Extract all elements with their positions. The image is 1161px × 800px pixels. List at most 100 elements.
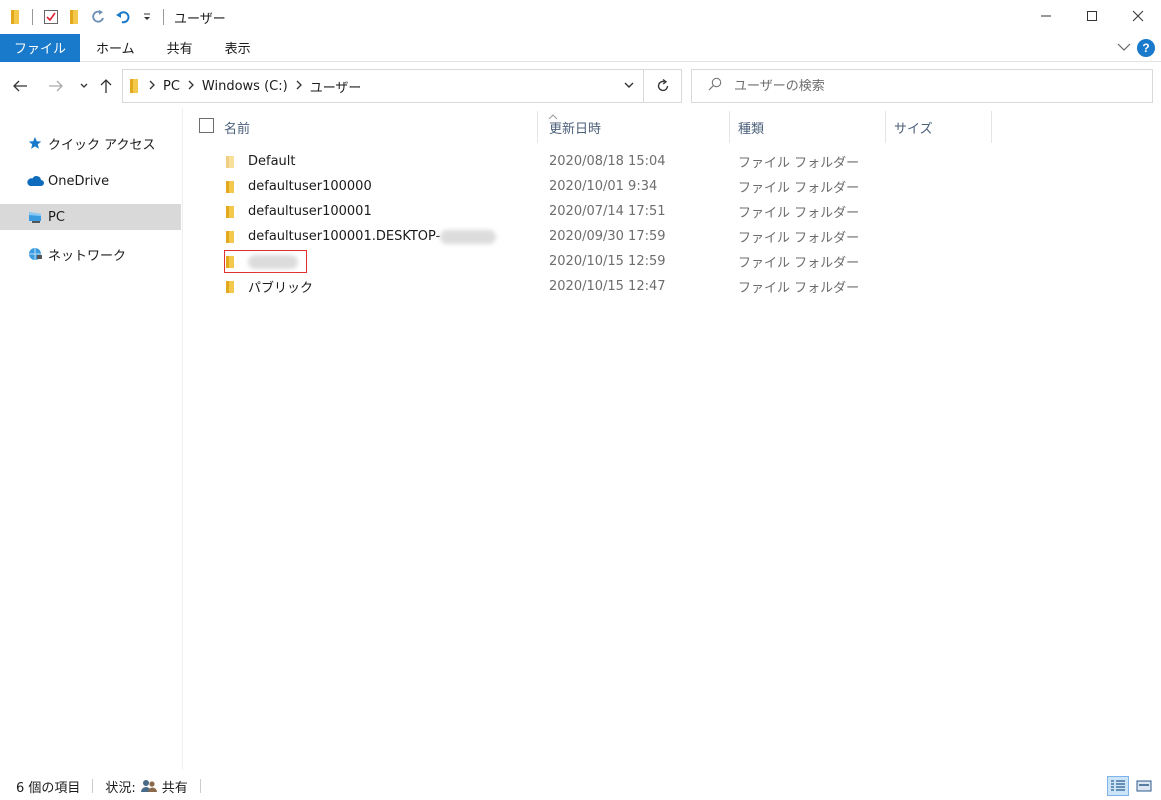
- breadcrumb-pc[interactable]: PC: [163, 79, 180, 94]
- redacted-text: [248, 254, 298, 269]
- window-title: ユーザー: [174, 11, 226, 27]
- sidebar-item-label: OneDrive: [48, 173, 110, 189]
- folder-icon: [6, 7, 26, 27]
- file-name-cell: Default: [224, 149, 296, 174]
- share-state-label: 状況:: [105, 780, 136, 796]
- file-name: パブリック: [248, 281, 314, 296]
- file-name: defaultuser100001.DESKTOP-: [248, 229, 441, 244]
- folder-icon: [224, 280, 240, 294]
- view-switcher: [1107, 776, 1155, 796]
- redo-icon[interactable]: [89, 7, 109, 27]
- table-row[interactable]: Default 2020/08/18 15:04 ファイル フォルダー: [184, 149, 1161, 174]
- file-name-cell: パブリック: [224, 274, 313, 299]
- share-state-value: 共有: [161, 780, 188, 796]
- column-date-label: 更新日時: [549, 121, 602, 137]
- tab-view[interactable]: 表示: [209, 34, 267, 62]
- help-button[interactable]: ?: [1137, 39, 1155, 57]
- pc-icon: [26, 209, 44, 225]
- ribbon-right-controls: ?: [1117, 34, 1155, 62]
- chevron-right-icon[interactable]: [187, 79, 195, 93]
- file-name-cell: defaultuser100000: [224, 174, 372, 199]
- navigation-pane: クイック アクセス OneDrive PC ネットワーク: [0, 108, 183, 770]
- status-separator: [199, 779, 201, 793]
- sidebar-item-label: クイック アクセス: [48, 137, 156, 153]
- file-type: ファイル フォルダー: [738, 256, 860, 271]
- breadcrumb-users[interactable]: ユーザー: [310, 77, 362, 96]
- status-separator: [92, 779, 94, 793]
- table-row[interactable]: パブリック 2020/10/15 12:47 ファイル フォルダー: [184, 274, 1161, 299]
- minimize-button[interactable]: [1023, 0, 1069, 32]
- file-name: defaultuser100000: [248, 179, 372, 194]
- undo-icon[interactable]: [113, 7, 133, 27]
- file-type: ファイル フォルダー: [738, 156, 860, 171]
- chevron-down-icon[interactable]: [623, 79, 635, 94]
- title-bar: ユーザー: [0, 0, 1161, 34]
- sidebar-item-pc[interactable]: PC: [0, 204, 181, 230]
- file-date: 2020/10/01 9:34: [549, 179, 658, 194]
- file-type: ファイル フォルダー: [738, 231, 860, 246]
- navigation-bar: PC Windows (C:) ユーザー: [0, 66, 1161, 106]
- folder-icon: [224, 230, 240, 244]
- maximize-button[interactable]: [1069, 0, 1115, 32]
- column-size[interactable]: サイズ: [894, 111, 992, 143]
- column-date[interactable]: 更新日時: [548, 111, 730, 143]
- folder-icon: [224, 180, 240, 194]
- table-row[interactable]: defaultuser100001.DESKTOP- 2020/09/30 17…: [184, 224, 1161, 249]
- chevron-right-icon[interactable]: [295, 79, 303, 93]
- file-date: 2020/10/15 12:47: [549, 279, 666, 294]
- address-bar[interactable]: PC Windows (C:) ユーザー: [122, 69, 644, 103]
- file-name: Default: [248, 154, 296, 169]
- column-type-label: 種類: [738, 121, 765, 137]
- large-icons-view-button[interactable]: [1133, 776, 1155, 796]
- back-button[interactable]: [10, 76, 30, 96]
- file-type: ファイル フォルダー: [738, 281, 860, 296]
- column-name-label: 名前: [224, 121, 251, 137]
- tab-share[interactable]: 共有: [151, 34, 209, 62]
- forward-button[interactable]: [46, 76, 66, 96]
- star-icon: [26, 135, 44, 151]
- window-controls: [1023, 0, 1161, 32]
- file-name-cell: defaultuser100001: [224, 199, 372, 224]
- up-button[interactable]: [96, 76, 116, 96]
- search-box[interactable]: [691, 69, 1153, 103]
- file-name-cell: defaultuser100001.DESKTOP-: [224, 224, 497, 249]
- customize-toolbar-icon[interactable]: [137, 7, 157, 27]
- file-date: 2020/08/18 15:04: [549, 154, 666, 169]
- search-input[interactable]: [734, 78, 1134, 94]
- expand-ribbon-icon[interactable]: [1117, 41, 1131, 56]
- column-name[interactable]: 名前: [224, 111, 538, 143]
- network-icon: [26, 246, 44, 262]
- folder-icon: [224, 255, 240, 269]
- redacted-text: [440, 229, 497, 244]
- breadcrumb-drive[interactable]: Windows (C:): [202, 79, 288, 94]
- file-date: 2020/09/30 17:59: [549, 229, 666, 244]
- refresh-button[interactable]: [644, 69, 682, 103]
- folder-icon: [224, 205, 240, 219]
- table-row[interactable]: 2020/10/15 12:59 ファイル フォルダー: [184, 249, 1161, 274]
- item-count: 6 個の項目: [16, 780, 81, 796]
- column-header-row: 名前 更新日時 種類 サイズ: [184, 108, 1161, 144]
- sidebar-item-label: ネットワーク: [48, 248, 127, 264]
- sidebar-item-onedrive[interactable]: OneDrive: [0, 168, 181, 194]
- file-list: Default 2020/08/18 15:04 ファイル フォルダー defa…: [184, 149, 1161, 299]
- select-all-checkbox[interactable]: [199, 118, 214, 133]
- new-folder-icon[interactable]: [65, 7, 85, 27]
- sidebar-item-network[interactable]: ネットワーク: [0, 241, 181, 267]
- table-row[interactable]: defaultuser100000 2020/10/01 9:34 ファイル フ…: [184, 174, 1161, 199]
- tab-file[interactable]: ファイル: [0, 33, 81, 62]
- file-name: defaultuser100001: [248, 204, 372, 219]
- file-date: 2020/07/14 17:51: [549, 204, 666, 219]
- shared-users-icon: [140, 779, 158, 793]
- file-name-cell: [224, 249, 298, 274]
- chevron-right-icon[interactable]: [148, 79, 156, 93]
- details-view-button[interactable]: [1107, 776, 1129, 796]
- close-button[interactable]: [1115, 0, 1161, 32]
- tab-home[interactable]: ホーム: [80, 34, 151, 62]
- table-row[interactable]: defaultuser100001 2020/07/14 17:51 ファイル …: [184, 199, 1161, 224]
- folder-icon: [129, 78, 141, 94]
- sidebar-item-quick-access[interactable]: クイック アクセス: [0, 130, 181, 156]
- properties-icon[interactable]: [41, 7, 61, 27]
- status-bar: 6 個の項目 状況: 共有: [0, 772, 1161, 800]
- recent-locations-button[interactable]: [74, 76, 94, 96]
- column-type[interactable]: 種類: [738, 111, 886, 143]
